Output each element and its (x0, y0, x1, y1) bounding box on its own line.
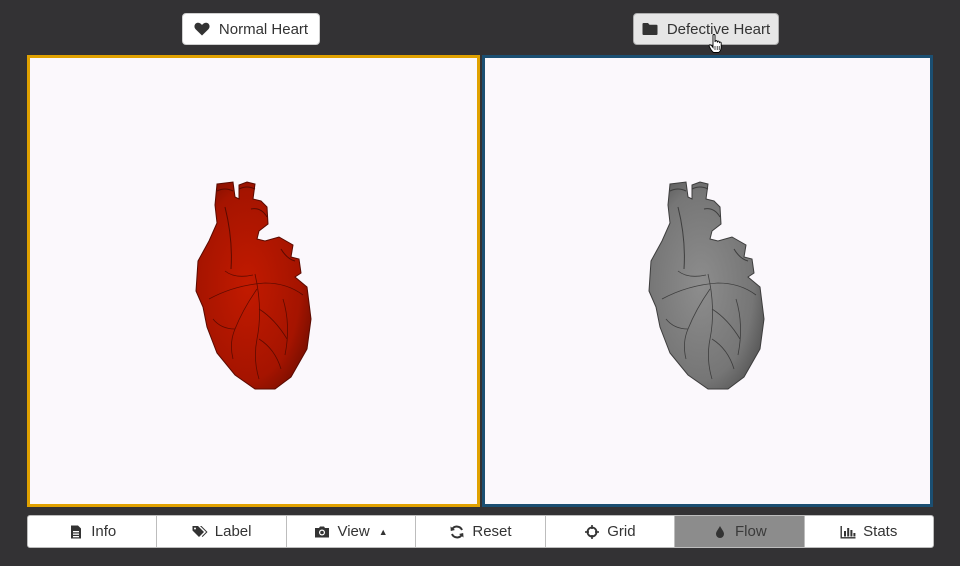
reset-label: Reset (472, 523, 512, 540)
camera-icon (315, 526, 330, 537)
crosshair-icon (585, 524, 600, 539)
normal-heart-model[interactable] (195, 179, 325, 394)
tags-icon (192, 525, 208, 537)
grid-button[interactable]: Grid (544, 515, 676, 548)
info-label: Info (91, 523, 117, 540)
folder-icon (642, 23, 658, 35)
normal-heart-viewport[interactable] (27, 55, 480, 507)
drop-icon (715, 525, 724, 538)
reset-button[interactable]: Reset (415, 515, 546, 548)
label-label: Label (214, 523, 252, 540)
flow-label: Flow (734, 523, 767, 540)
file-icon (71, 525, 82, 538)
defective-heart-viewport[interactable] (482, 55, 933, 507)
heart-icon (194, 22, 210, 36)
normal-heart-label: Normal Heart (218, 20, 309, 38)
refresh-icon (450, 525, 464, 538)
bar-chart-icon (840, 525, 856, 538)
grid-label: Grid (607, 523, 636, 540)
hand-pointer-icon (708, 34, 722, 53)
stats-button[interactable]: Stats (803, 515, 934, 548)
caret-up-icon: ▲ (378, 526, 388, 537)
label-button[interactable]: Label (156, 515, 287, 548)
view-label: View (337, 523, 370, 540)
view-dropdown-button[interactable]: View ▲ (285, 515, 417, 548)
flow-button[interactable]: Flow (674, 515, 805, 548)
stats-label: Stats (863, 523, 898, 540)
defective-heart-model[interactable] (648, 179, 778, 394)
normal-heart-button[interactable]: Normal Heart (182, 13, 320, 45)
bottom-toolbar: Info Label View ▲ Reset Grid Flow Stats (27, 515, 934, 548)
info-button[interactable]: Info (27, 515, 158, 548)
defective-heart-button[interactable]: Defective Heart (633, 13, 779, 45)
